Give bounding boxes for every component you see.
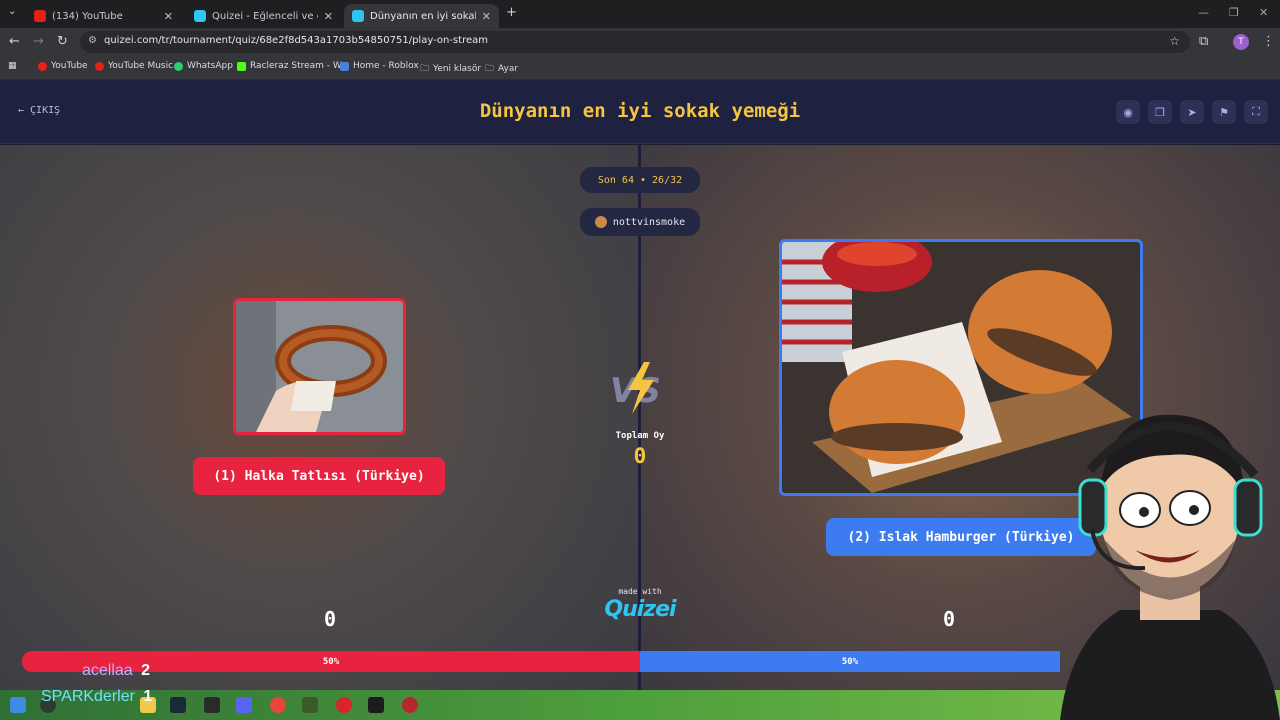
steam-icon[interactable] (170, 697, 186, 713)
round-indicator: Son 64 • 26/32 (580, 167, 700, 193)
quiz-title: Dünyanın en iyi sokak yemeği (479, 100, 801, 122)
flag-icon[interactable]: ⚑ (1212, 100, 1236, 124)
obs-icon[interactable] (402, 697, 418, 713)
forward-icon[interactable]: → (33, 34, 44, 49)
send-icon[interactable]: ➤ (1180, 100, 1204, 124)
restore-icon[interactable]: ❐ (1229, 6, 1239, 19)
copy-icon[interactable]: ❐ (1148, 100, 1172, 124)
bookmark-whatsapp[interactable]: WhatsApp (174, 61, 233, 71)
chat-count: 2 (141, 662, 151, 679)
folder-icon: 🗀 (485, 64, 495, 74)
bookmark-label: WhatsApp (187, 61, 233, 71)
quizei-icon (194, 10, 206, 22)
made-with-label: made with (618, 587, 662, 596)
chat-name: SPARKderler (41, 688, 135, 705)
bookmark-star-icon[interactable]: ☆ (1169, 34, 1180, 48)
extensions-icon[interactable]: ⧉ (1199, 34, 1208, 49)
site-info-icon[interactable]: ⚙ (88, 35, 97, 46)
fullscreen-icon[interactable]: ⛶ (1244, 100, 1268, 124)
profile-avatar[interactable]: T (1233, 34, 1249, 50)
opera-icon[interactable] (336, 697, 352, 713)
right-score: 0 (942, 607, 956, 631)
option-right-button[interactable]: (2) Islak Hamburger (Türkiye) (826, 518, 1096, 556)
bookmark-label: YouTube (51, 61, 88, 71)
folder-icon: 🗀 (420, 64, 430, 74)
apps-icon[interactable]: ▦ (8, 61, 17, 71)
discord-icon[interactable] (236, 697, 252, 713)
chat-name: acellaa (82, 662, 133, 679)
tab-current[interactable]: Dünyanın en iyi sokak yemeği ✕ (344, 4, 499, 28)
streamer-webcam-overlay (1060, 414, 1280, 720)
tab-label: (134) YouTube (52, 10, 123, 22)
close-window-icon[interactable]: ✕ (1259, 6, 1268, 19)
bookmark-folder-ayar[interactable]: 🗀 Ayar (485, 61, 518, 77)
close-icon[interactable]: ✕ (324, 10, 333, 23)
bookmark-racleraz[interactable]: Racleraz Stream - W... (237, 61, 349, 71)
right-vote-bar: 50% (640, 651, 1060, 672)
whatsapp-icon (174, 61, 183, 71)
chat-count: 1 (143, 688, 153, 705)
halka-tatlisi-photo (236, 301, 403, 432)
bookmark-label: Yeni klasör (433, 64, 482, 74)
bookmark-youtube[interactable]: YouTube (38, 61, 88, 71)
epic-games-icon[interactable] (204, 697, 220, 713)
option-left-button[interactable]: (1) Halka Tatlısı (Türkiye) (193, 457, 445, 495)
bookmark-label: YouTube Music (108, 61, 174, 71)
tab-label: Quizei - Eğlenceli ve etkileşimli (212, 10, 318, 22)
close-icon[interactable]: ✕ (482, 10, 491, 23)
bookmarks-bar: ▦ YouTube YouTube Music WhatsApp Raclera… (0, 56, 1280, 80)
chat-entry: SPARKderler 1 (41, 688, 152, 706)
omnibox[interactable]: ⚙ quizei.com/tr/tournament/quiz/68e2f8d5… (80, 31, 1190, 53)
user-avatar (594, 216, 607, 228)
menu-icon[interactable]: ⋮ (1262, 34, 1275, 49)
chat-entry: acellaa 2 (82, 662, 150, 680)
bookmark-label: Home - Roblox (353, 61, 419, 71)
eye-icon[interactable]: ◉ (1116, 100, 1140, 124)
versus-icon: VS (610, 362, 661, 414)
username: nottvinsmoke (612, 216, 686, 228)
total-votes-label: Toplam Oy (615, 431, 665, 441)
bookmark-label: Ayar (498, 64, 519, 74)
youtube-music-icon (95, 61, 104, 71)
youtube-icon (34, 10, 46, 22)
back-icon[interactable]: ← (9, 34, 20, 49)
option-left-image[interactable] (233, 298, 406, 435)
youtube-icon (38, 61, 47, 71)
url-text[interactable]: quizei.com/tr/tournament/quiz/68e2f8d543… (104, 35, 488, 46)
app-icon[interactable] (368, 697, 384, 713)
bookmark-label: Racleraz Stream - W... (250, 61, 350, 71)
app-icon[interactable] (302, 697, 318, 713)
tab-label: Dünyanın en iyi sokak yemeği (370, 10, 476, 22)
bookmark-folder-yeni[interactable]: 🗀 Yeni klasör (420, 61, 481, 77)
tab-list-icon[interactable]: ⌄ (8, 6, 16, 17)
quizei-logo: Quizei (604, 597, 676, 622)
bookmark-roblox[interactable]: Home - Roblox (340, 61, 419, 71)
bookmark-youtube-music[interactable]: YouTube Music (95, 61, 173, 71)
kick-icon (237, 61, 246, 71)
minimize-icon[interactable]: — (1198, 6, 1209, 19)
new-tab-icon[interactable]: + (506, 5, 517, 20)
browser-tab-bar: ⌄ (134) YouTube ✕ Quizei - Eğlenceli ve … (0, 0, 1280, 28)
reload-icon[interactable]: ↻ (57, 34, 68, 49)
roblox-icon (340, 61, 349, 71)
total-votes-value: 0 (633, 444, 647, 468)
close-icon[interactable]: ✕ (164, 10, 173, 23)
address-bar: ← → ↻ ⚙ quizei.com/tr/tournament/quiz/68… (0, 28, 1280, 56)
chrome-icon[interactable] (270, 697, 286, 713)
windows-start-icon[interactable] (10, 697, 26, 713)
tab-youtube[interactable]: (134) YouTube ✕ (26, 4, 181, 28)
left-score: 0 (323, 607, 337, 631)
quiz-header: ← ÇIKIŞ Dünyanın en iyi sokak yemeği ◉ ❐… (0, 80, 1280, 144)
streamer-pill: nottvinsmoke (580, 208, 700, 236)
quizei-icon (352, 10, 364, 22)
tab-quizei[interactable]: Quizei - Eğlenceli ve etkileşimli ✕ (186, 4, 341, 28)
